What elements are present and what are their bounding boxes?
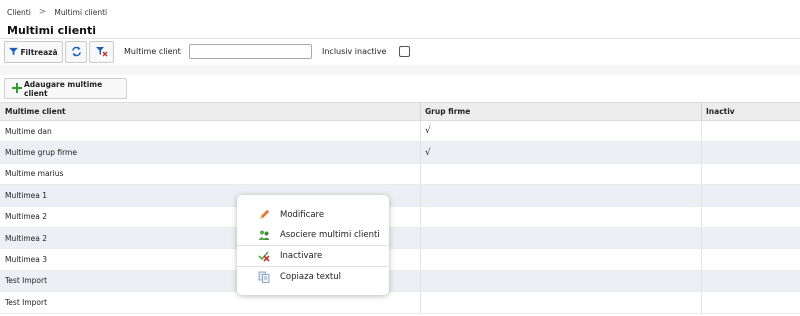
- table-row[interactable]: Multimea 2: [0, 206, 800, 228]
- clear-filter-icon: [95, 46, 108, 59]
- filter-icon: [9, 47, 19, 58]
- multimi-clienti-table: Multime client Grup firme Inactiv Multim…: [0, 102, 800, 314]
- users-group-icon: [257, 229, 270, 242]
- toolbar-band: [0, 65, 800, 75]
- cell-inactiv: [702, 121, 800, 141]
- menu-item-modificare[interactable]: Modificare: [237, 205, 389, 225]
- title-divider: [0, 38, 800, 39]
- cell-multime-client: Multime marius: [0, 163, 421, 185]
- add-multime-client-button[interactable]: Adaugare multime client: [4, 78, 127, 99]
- cell-inactiv: [702, 271, 800, 291]
- menu-item-label: Modificare: [280, 210, 325, 220]
- breadcrumb-clienti[interactable]: Clienti: [7, 8, 31, 17]
- table-row[interactable]: Test Import: [0, 292, 800, 314]
- cell-inactiv: [702, 185, 800, 205]
- cell-grup-firme: [421, 206, 702, 227]
- add-multime-client-label: Adaugare multime client: [24, 79, 103, 98]
- menu-item-label: Inactivare: [280, 251, 323, 261]
- table-row[interactable]: Multime grup firme √: [0, 142, 800, 164]
- clear-filter-button[interactable]: [89, 41, 114, 63]
- cell-grup-firme: [421, 270, 702, 292]
- breadcrumb-separator: >: [38, 7, 47, 17]
- disable-icon: [257, 250, 270, 263]
- table-row[interactable]: Test Import: [0, 270, 800, 293]
- cell-inactiv: [702, 249, 800, 269]
- cell-multime-client: Multime grup firme: [0, 142, 421, 163]
- cell-multime-client: Test Import: [0, 292, 421, 313]
- cell-grup-firme: [421, 249, 702, 270]
- column-header-inactiv[interactable]: Inactiv: [702, 103, 800, 120]
- filter-button-label: Filtrează: [20, 47, 58, 57]
- context-menu: Modificare Asociere multimi clienti Inac…: [237, 195, 389, 295]
- table-row[interactable]: Multimea 2: [0, 227, 800, 250]
- breadcrumb: Clienti > Multimi clienti: [7, 6, 107, 18]
- cell-grup-firme: [421, 292, 702, 313]
- page-title: Multimi clienti: [7, 24, 97, 37]
- filter-button[interactable]: Filtrează: [4, 41, 63, 63]
- column-header-multime-client[interactable]: Multime client: [0, 103, 421, 120]
- cell-grup-firme: [421, 227, 702, 249]
- multime-client-input[interactable]: [189, 44, 312, 59]
- refresh-icon: [71, 45, 82, 59]
- table-row[interactable]: Multimea 1: [0, 185, 800, 207]
- multime-client-label: Multime client: [124, 47, 181, 56]
- cell-inactiv: [702, 228, 800, 248]
- copy-icon: [257, 271, 270, 284]
- column-header-grup-firme[interactable]: Grup firme: [421, 103, 702, 120]
- cell-inactiv: [702, 142, 800, 162]
- breadcrumb-current: Multimi clienti: [54, 7, 108, 17]
- table-row[interactable]: Multime dan √: [0, 121, 800, 143]
- menu-item-inactivare[interactable]: Inactivare: [237, 246, 389, 266]
- menu-item-label: Asociere multimi clienti: [280, 230, 380, 240]
- menu-item-asociere-multimi-clienti[interactable]: Asociere multimi clienti: [237, 225, 389, 245]
- table-header: Multime client Grup firme Inactiv: [0, 102, 800, 121]
- cell-grup-firme: [421, 185, 702, 206]
- cell-grup-firme: √: [421, 121, 702, 142]
- cell-inactiv: [702, 164, 800, 184]
- cell-grup-firme: √: [421, 142, 702, 163]
- refresh-button[interactable]: [65, 41, 87, 63]
- plus-icon: [12, 82, 22, 95]
- filter-toolbar: Filtrează Multime client Inclusiv inacti…: [0, 40, 800, 64]
- table-row[interactable]: Multimea 3: [0, 249, 800, 271]
- inclusiv-inactive-checkbox[interactable]: [399, 46, 410, 57]
- cell-inactiv: [702, 207, 800, 227]
- menu-item-copiaza-textul[interactable]: Copiaza textul: [237, 267, 389, 287]
- pencil-icon: [257, 209, 270, 222]
- cell-grup-firme: [421, 163, 702, 185]
- inclusiv-inactive-label: Inclusiv inactive: [322, 47, 387, 56]
- menu-item-label: Copiaza textul: [280, 272, 341, 282]
- cell-multime-client: Multime dan: [0, 121, 421, 142]
- cell-inactiv: [702, 292, 800, 312]
- table-row[interactable]: Multime marius: [0, 163, 800, 186]
